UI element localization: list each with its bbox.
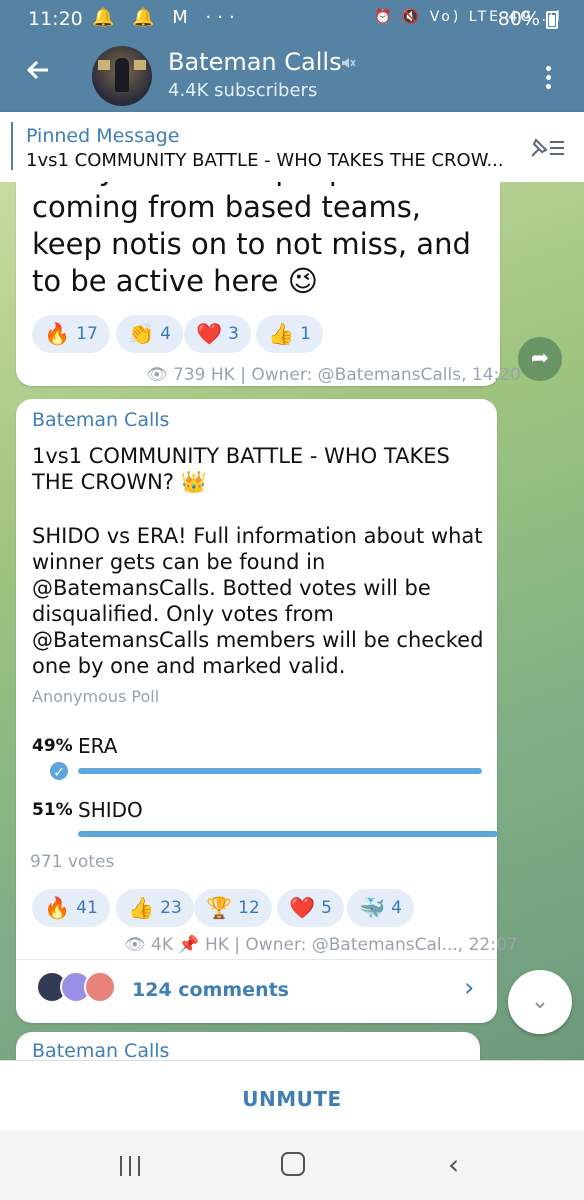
channel-avatar[interactable]	[92, 46, 152, 106]
chevron-down-icon: ⌄	[530, 989, 550, 1014]
battery-percent: 80%	[497, 8, 540, 30]
reaction-heart[interactable]: ❤️ 3	[184, 315, 251, 353]
poll-result-bar	[78, 768, 482, 774]
status-bar: 11:20 🔔 🔔 M ··· ⏰ 🔇 Vo) LTE 4G .ıl 80%	[0, 0, 584, 38]
poll-result-bar	[78, 831, 498, 837]
chevron-right-icon: ›	[464, 973, 475, 1003]
reaction-whale[interactable]: 🐳 4	[347, 889, 414, 927]
view-count: 739	[173, 365, 206, 385]
comments-button[interactable]: 124 comments ›	[16, 959, 497, 1023]
home-icon[interactable]	[281, 1152, 305, 1176]
recents-icon[interactable]	[118, 1156, 142, 1176]
commenter-avatar	[84, 971, 116, 1003]
speaker-muted-icon	[340, 55, 356, 75]
pin-list-icon[interactable]	[528, 136, 566, 160]
sender-name[interactable]: Bateman Calls	[32, 1040, 169, 1060]
eye-icon: 👁	[146, 365, 168, 385]
battery-icon	[546, 11, 558, 29]
reaction-thumbs-up[interactable]: 👍 23	[116, 889, 194, 927]
reaction-fire[interactable]: 🔥 41	[32, 889, 110, 927]
back-arrow-icon[interactable]	[24, 56, 52, 93]
option-label: SHIDO	[78, 798, 143, 822]
pinned-text: 1vs1 COMMUNITY BATTLE - WHO TAKES THE CR…	[26, 150, 504, 171]
bottom-bar: UNMUTE	[0, 1060, 584, 1130]
message-meta: 👁 739 HK | Owner: @BatemansCalls, 14:20	[146, 365, 521, 385]
option-label: ERA	[78, 734, 118, 758]
kebab-menu-icon[interactable]	[546, 66, 552, 93]
comments-label: 124 comments	[132, 979, 289, 1001]
pin-icon: 📌	[178, 935, 200, 955]
channel-title[interactable]: Bateman Calls	[168, 48, 342, 76]
subscriber-count: 4.4K subscribers	[168, 80, 318, 101]
channel-header: Bateman Calls 4.4K subscribers	[0, 38, 584, 112]
option-percent: 51%	[32, 800, 73, 820]
eye-icon: 👁	[124, 935, 146, 955]
scroll-down-button[interactable]: ⌄	[508, 970, 572, 1034]
message-bubble[interactable]: Today I have couple posts coming from ba…	[16, 182, 521, 386]
pinned-label: Pinned Message	[26, 125, 180, 147]
message-bubble[interactable]: Bateman Calls	[16, 1032, 480, 1060]
view-count: 4K	[151, 935, 173, 955]
pinned-indicator	[11, 122, 13, 170]
signature: HK | Owner: @BatemansCalls, 14:20	[210, 365, 521, 385]
checkmark-icon: ✓	[48, 760, 70, 782]
poll-description: SHIDO vs ERA! Full information about wha…	[32, 524, 484, 678]
pinned-message-bar[interactable]: Pinned Message 1vs1 COMMUNITY BATTLE - W…	[0, 112, 584, 182]
poll-question: 1vs1 COMMUNITY BATTLE - WHO TAKES THE CR…	[32, 444, 450, 494]
reaction-clap[interactable]: 👏 4	[116, 315, 183, 353]
chat-area[interactable]: Today I have couple posts coming from ba…	[0, 182, 584, 1060]
reaction-heart[interactable]: ❤️ 5	[277, 889, 344, 927]
share-forward-icon[interactable]: ➦	[518, 337, 562, 381]
reaction-trophy[interactable]: 🏆 12	[194, 889, 272, 927]
message-text: Today I have couple posts coming from ba…	[32, 182, 471, 298]
reaction-fire[interactable]: 🔥 17	[32, 315, 110, 353]
status-time: 11:20	[28, 8, 83, 30]
sender-name[interactable]: Bateman Calls	[32, 409, 169, 431]
poll-type: Anonymous Poll	[32, 687, 160, 706]
signature: HK | Owner: @BatemansCal..., 22:07	[204, 935, 518, 955]
vote-count: 971 votes	[30, 852, 115, 872]
message-meta: 👁 4K 📌 HK | Owner: @BatemansCal..., 22:0…	[124, 935, 518, 955]
unmute-button[interactable]: UNMUTE	[0, 1087, 584, 1111]
back-icon[interactable]: ‹	[448, 1148, 459, 1181]
notification-icons: 🔔 🔔 M ···	[92, 7, 241, 28]
reaction-thumbs-up[interactable]: 👍 1	[256, 315, 323, 353]
poll-message-bubble[interactable]: Bateman Calls 1vs1 COMMUNITY BATTLE - WH…	[16, 399, 518, 1023]
option-percent: 49%	[32, 736, 73, 756]
android-nav-bar: ‹	[0, 1130, 584, 1200]
